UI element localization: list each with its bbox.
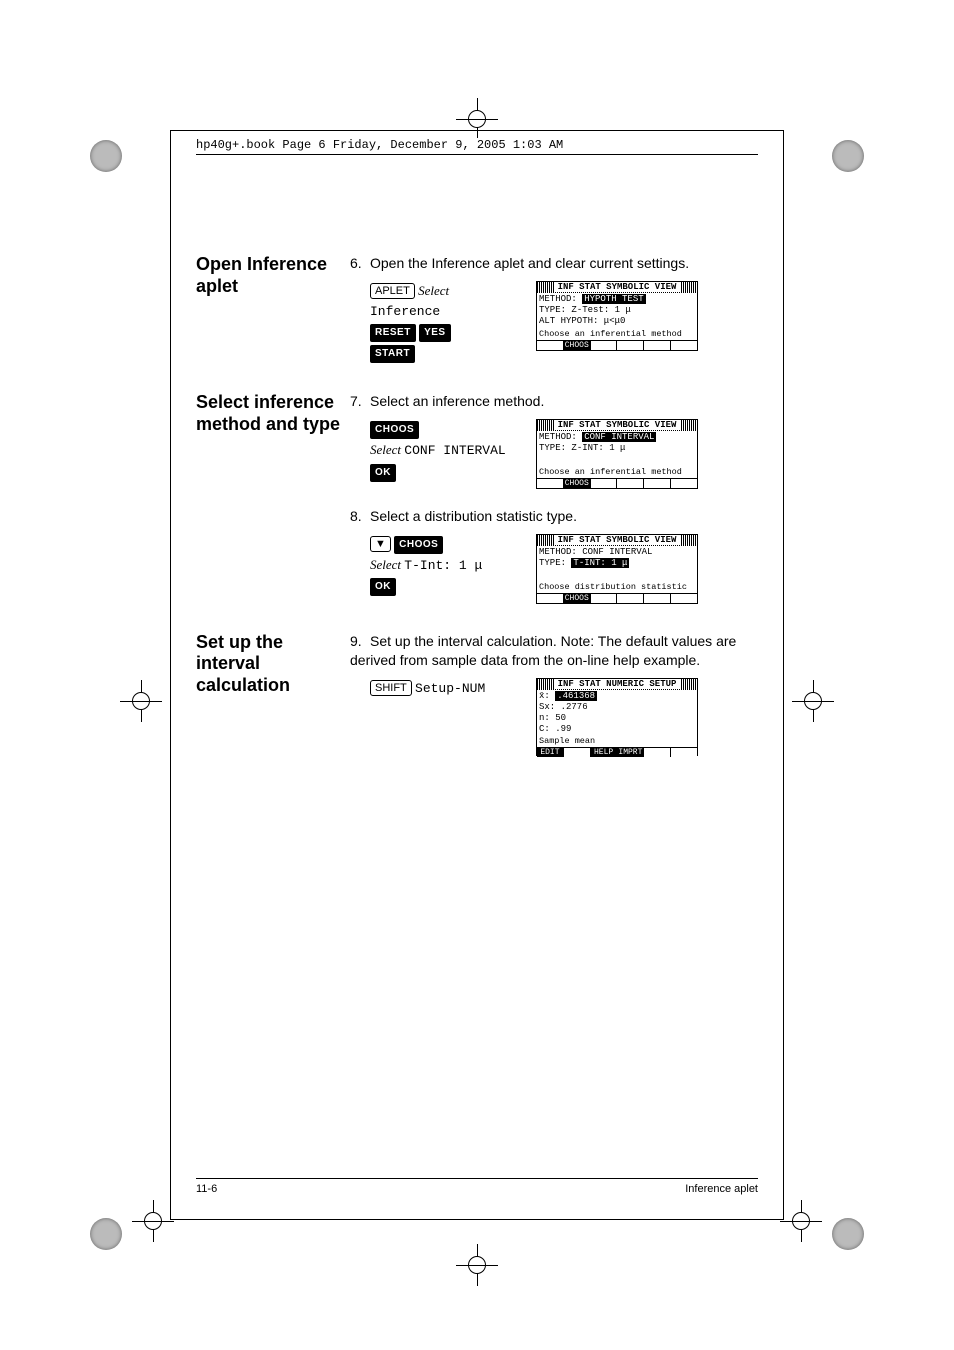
chapter-title: Inference aplet xyxy=(685,1183,758,1195)
calc-screen-3: INF STAT SYMBOLIC VIEW METHOD: CONF INTE… xyxy=(536,534,698,604)
screen-menu: CHOOS xyxy=(537,593,697,603)
print-mark xyxy=(90,140,122,172)
crop-mark xyxy=(132,1200,174,1242)
section-select-inference: Select inference method and type 7.Selec… xyxy=(196,392,758,604)
step-9-text: 9.Set up the interval calculation. Note:… xyxy=(350,632,758,670)
page-footer: 11-6 Inference aplet xyxy=(196,1178,758,1195)
crop-mark xyxy=(456,1244,498,1286)
start-softkey: START xyxy=(370,345,415,363)
calc-screen-4: INF STAT NUMERIC SETUP x̄: .461368 Sx: .… xyxy=(536,678,698,756)
print-mark xyxy=(832,140,864,172)
aplet-key: APLET xyxy=(370,283,415,299)
step-8-text: 8.Select a distribution statistic type. xyxy=(350,507,758,526)
header-text: hp40g+.book Page 6 Friday, December 9, 2… xyxy=(196,138,567,152)
print-mark xyxy=(832,1218,864,1250)
page-content: Open Inference aplet 6.Open the Inferenc… xyxy=(196,254,758,784)
down-key: ▼ xyxy=(370,536,391,552)
crop-mark xyxy=(780,1200,822,1242)
crop-mark xyxy=(120,680,162,722)
section-setup-interval: Set up the interval calculation 9.Set up… xyxy=(196,632,758,756)
screen-menu: CHOOS xyxy=(537,478,697,488)
step-8-keys: ▼ CHOOS Select T-Int: 1 μ OK xyxy=(370,534,520,604)
yes-softkey: YES xyxy=(419,324,451,342)
screen-menu: CHOOS xyxy=(537,340,697,350)
choos-softkey: CHOOS xyxy=(370,421,419,439)
choos-softkey: CHOOS xyxy=(394,536,443,554)
reset-softkey: RESET xyxy=(370,324,416,342)
page-number: 11-6 xyxy=(196,1183,217,1195)
step-7-keys: CHOOS Select CONF INTERVAL OK xyxy=(370,419,520,489)
section-heading: Set up the interval calculation xyxy=(196,632,350,756)
screen-menu: EDITHELPIMPRT xyxy=(537,747,697,757)
section-heading: Open Inference aplet xyxy=(196,254,350,364)
step-9-keys: SHIFT Setup-NUM xyxy=(370,678,520,756)
print-mark xyxy=(90,1218,122,1250)
crop-mark xyxy=(792,680,834,722)
shift-key: SHIFT xyxy=(370,680,412,696)
section-heading: Select inference method and type xyxy=(196,392,350,604)
ok-softkey: OK xyxy=(370,464,396,482)
calc-screen-2: INF STAT SYMBOLIC VIEW METHOD: CONF INTE… xyxy=(536,419,698,489)
section-open-inference: Open Inference aplet 6.Open the Inferenc… xyxy=(196,254,758,364)
step-7-text: 7.Select an inference method. xyxy=(350,392,758,411)
ok-softkey: OK xyxy=(370,578,396,596)
step-6-keys: APLET Select Inference RESET YES START xyxy=(370,281,520,364)
header-rule xyxy=(196,154,758,155)
step-6-text: 6.Open the Inference aplet and clear cur… xyxy=(350,254,758,273)
calc-screen-1: INF STAT SYMBOLIC VIEW METHOD: HYPOTH TE… xyxy=(536,281,698,351)
